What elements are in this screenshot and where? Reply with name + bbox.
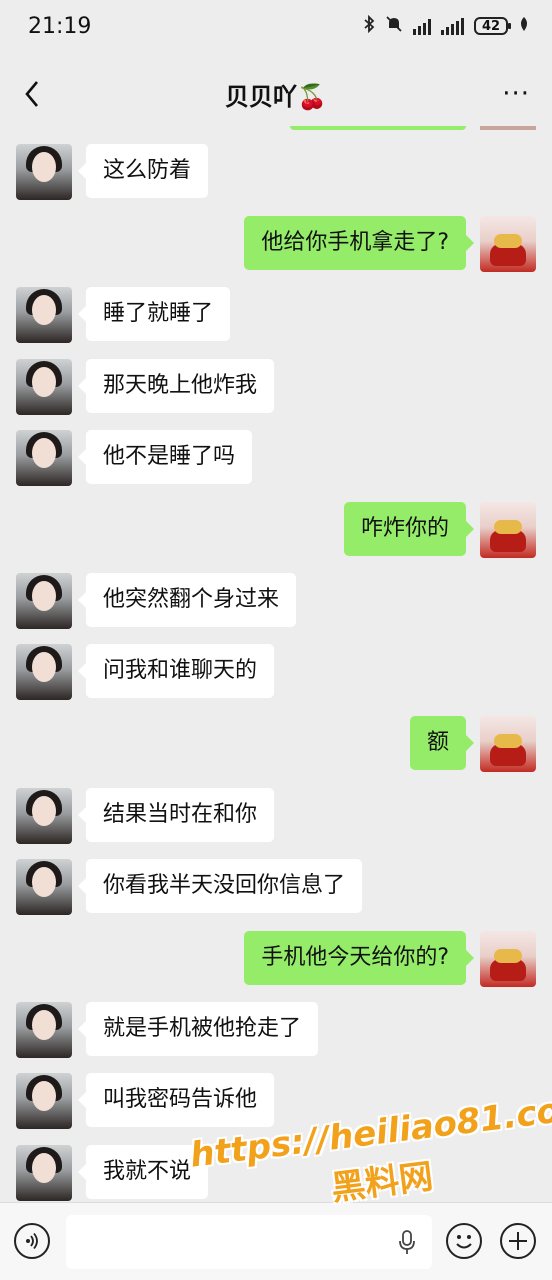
contact-avatar[interactable] [16,573,72,629]
mic-icon[interactable] [398,1229,416,1255]
avatar-face-shape [32,152,56,182]
received-message-bubble[interactable]: 这么防着 [77,144,209,198]
voice-wave-icon [26,1232,38,1250]
battery-icon: 42 [474,17,511,35]
sent-message-bubble[interactable]: 咋炸你的 [343,502,475,556]
message-row-received: 那天晚上他炸我 [0,359,552,415]
emoji-button[interactable] [446,1223,482,1259]
received-message-bubble[interactable]: 叫我密码告诉他 [77,1073,275,1127]
contact-avatar[interactable] [16,644,72,700]
avatar-face-shape [32,1010,56,1040]
status-time: 21:19 [28,13,92,39]
more-functions-button[interactable] [500,1223,536,1259]
message-row-sent: 他给你手机拿走了? [0,216,552,272]
avatar-gold-shape [494,234,522,248]
previous-avatar-edge [480,126,536,130]
chat-title: 贝贝吖🍒 [225,82,327,111]
bluetooth-icon [363,14,375,37]
my-avatar[interactable] [480,716,536,772]
message-row-received: 他突然翻个身过来 [0,573,552,629]
message-row-received: 就是手机被他抢走了 [0,1002,552,1058]
back-icon[interactable] [18,76,46,112]
received-message-bubble[interactable]: 他突然翻个身过来 [77,573,297,627]
message-row-received: 他不是睡了吗 [0,430,552,486]
message-row-sent: 额 [0,716,552,772]
voice-input-button[interactable] [14,1223,50,1259]
smile-icon [456,1235,472,1249]
sent-message-bubble[interactable]: 手机他今天给你的? [244,931,474,985]
my-avatar[interactable] [480,216,536,272]
status-bar: 21:19 42 [0,0,552,52]
previous-message-edge [290,126,466,130]
mute-icon [385,15,403,37]
chat-header: 贝贝吖🍒 ··· [0,62,552,126]
received-message-bubble[interactable]: 就是手机被他抢走了 [77,1002,319,1056]
status-icons: 42 [363,14,530,37]
message-row-received: 结果当时在和你 [0,788,552,844]
contact-avatar[interactable] [16,359,72,415]
contact-avatar[interactable] [16,1073,72,1129]
message-row-received: 问我和谁聊天的 [0,644,552,700]
message-row-sent: 手机他今天给你的? [0,931,552,987]
contact-avatar[interactable] [16,430,72,486]
avatar-gold-shape [494,520,522,534]
contact-avatar[interactable] [16,1145,72,1201]
received-message-bubble[interactable]: 那天晚上他炸我 [77,359,275,413]
signal-icon [413,17,431,35]
my-avatar[interactable] [480,502,536,558]
contact-avatar[interactable] [16,1002,72,1058]
message-row-sent: 咋炸你的 [0,502,552,558]
received-message-bubble[interactable]: 他不是睡了吗 [77,430,253,484]
avatar-face-shape [32,295,56,325]
leaf-icon [518,16,530,36]
received-message-bubble[interactable]: 结果当时在和你 [77,788,275,842]
avatar-face-shape [32,1153,56,1183]
avatar-face-shape [32,796,56,826]
more-options-icon[interactable]: ··· [502,81,530,107]
message-row-received: 这么防着 [0,144,552,200]
contact-avatar[interactable] [16,287,72,343]
avatar-face-shape [32,581,56,611]
message-row-received: 睡了就睡了 [0,287,552,343]
plus-icon [509,1232,527,1250]
message-list[interactable]: 这么防着 他给你手机拿走了? 睡了就睡了那天晚上他炸我 他不是睡了吗咋炸你的 他突然翻个… [0,126,552,1202]
signal-icon-2 [441,17,464,35]
avatar-face-shape [32,867,56,897]
my-avatar[interactable] [480,931,536,987]
contact-avatar[interactable] [16,859,72,915]
avatar-face-shape [32,438,56,468]
message-row-received: 你看我半天没回你信息了 [0,859,552,915]
sent-message-bubble[interactable]: 他给你手机拿走了? [244,216,474,270]
avatar-face-shape [32,367,56,397]
received-message-bubble[interactable]: 你看我半天没回你信息了 [77,859,363,913]
avatar-face-shape [32,1081,56,1111]
received-message-bubble[interactable]: 睡了就睡了 [77,287,231,341]
contact-avatar[interactable] [16,788,72,844]
sent-message-bubble[interactable]: 额 [409,716,475,770]
avatar-gold-shape [494,734,522,748]
contact-avatar[interactable] [16,144,72,200]
battery-level: 42 [481,18,501,34]
received-message-bubble[interactable]: 问我和谁聊天的 [77,644,275,698]
avatar-gold-shape [494,949,522,963]
avatar-face-shape [32,652,56,682]
